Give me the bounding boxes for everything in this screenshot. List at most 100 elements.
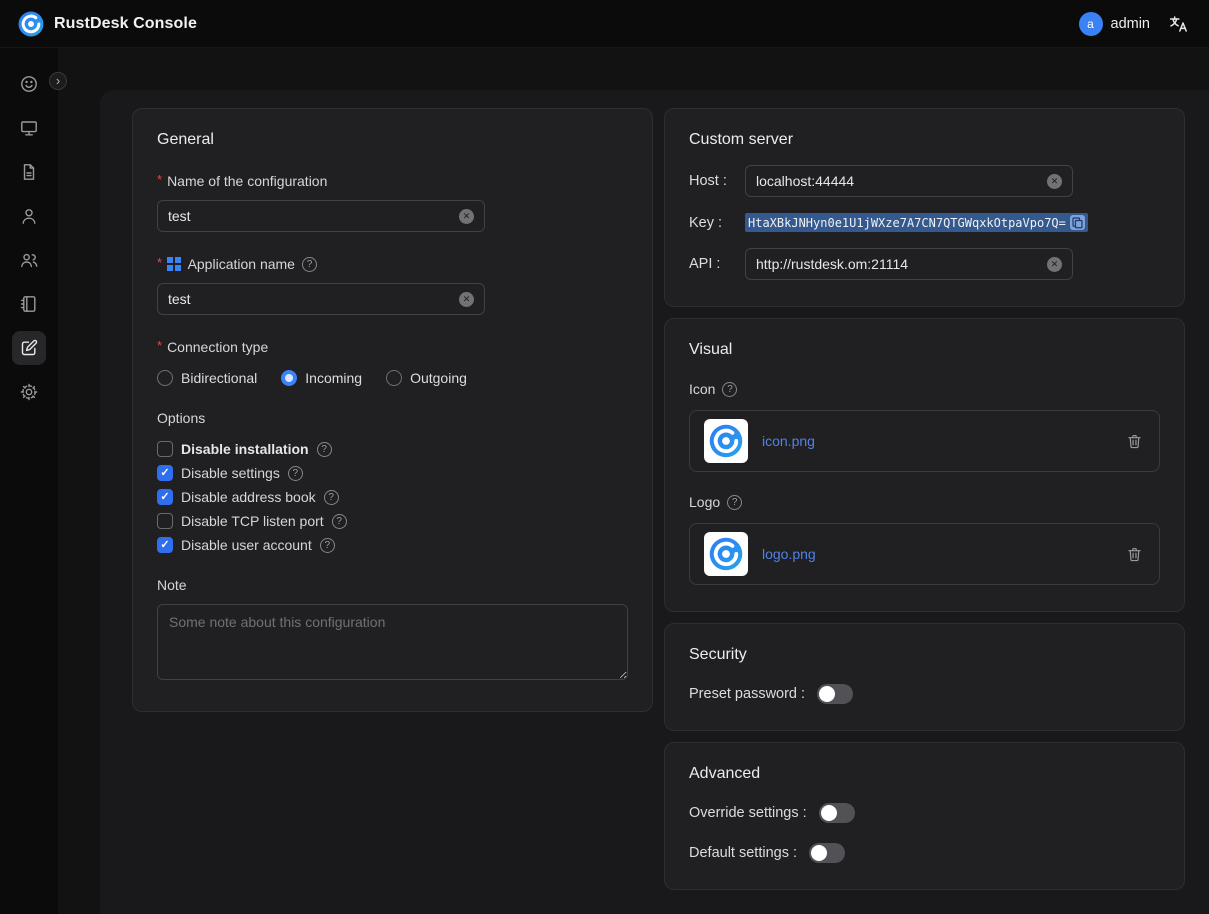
radio-label: Outgoing: [410, 370, 467, 386]
api-input-wrap: ✕: [745, 248, 1073, 280]
checkbox-box[interactable]: [157, 441, 173, 457]
sidebar-item-users[interactable]: [0, 194, 58, 238]
default-settings-toggle[interactable]: [809, 843, 845, 863]
visual-title: Visual: [689, 341, 1160, 359]
delete-icon-button[interactable]: [1124, 431, 1145, 452]
checkbox-disable-user-account[interactable]: Disable user account ?: [157, 537, 628, 553]
copy-icon[interactable]: [1070, 215, 1085, 230]
checkbox-label: Disable address book: [181, 489, 316, 505]
connection-type-radios: Bidirectional Incoming Outgoing: [157, 370, 628, 386]
document-icon: [12, 155, 46, 189]
logo-preview: [704, 532, 748, 576]
config-name-input[interactable]: [168, 208, 451, 224]
journal-icon: [12, 287, 46, 321]
checkbox-disable-tcp-listen-port[interactable]: Disable TCP listen port ?: [157, 513, 628, 529]
group-icon: [12, 243, 46, 277]
checkbox-disable-settings[interactable]: Disable settings ?: [157, 465, 628, 481]
app-name-input[interactable]: [168, 291, 451, 307]
radio-circle[interactable]: [281, 370, 297, 386]
general-card: General * Name of the configuration ✕: [132, 108, 653, 712]
help-icon[interactable]: ?: [320, 538, 335, 553]
checkbox-label: Disable TCP listen port: [181, 513, 324, 529]
checkbox-box[interactable]: [157, 537, 173, 553]
radio-outgoing[interactable]: Outgoing: [386, 370, 467, 386]
clear-icon[interactable]: ✕: [459, 292, 474, 307]
help-icon[interactable]: ?: [324, 490, 339, 505]
clear-icon[interactable]: ✕: [459, 209, 474, 224]
note-textarea[interactable]: [157, 604, 628, 680]
logo-upload-label: Logo ?: [689, 494, 1160, 510]
chevron-right-icon: ›: [56, 74, 60, 87]
override-settings-toggle[interactable]: [819, 803, 855, 823]
delete-logo-button[interactable]: [1124, 544, 1145, 565]
security-card: Security Preset password :: [664, 623, 1185, 731]
preset-password-toggle[interactable]: [817, 684, 853, 704]
checkbox-label: Disable settings: [181, 465, 280, 481]
preset-password-label: Preset password :: [689, 686, 805, 702]
radio-circle[interactable]: [157, 370, 173, 386]
connection-type-label: * Connection type: [157, 339, 628, 355]
help-icon[interactable]: ?: [302, 257, 317, 272]
sidebar-item-groups[interactable]: [0, 238, 58, 282]
user-name: admin: [1111, 16, 1151, 32]
radio-incoming[interactable]: Incoming: [281, 370, 362, 386]
radio-label: Incoming: [305, 370, 362, 386]
help-icon[interactable]: ?: [727, 495, 742, 510]
key-value[interactable]: HtaXBkJNHyn0e1U1jWXze7A7CN7QTGWqxkOtpaVp…: [748, 216, 1066, 230]
sidebar-item-devices[interactable]: [0, 106, 58, 150]
top-bar: RustDesk Console a admin: [0, 0, 1209, 48]
sidebar: ›: [0, 48, 58, 914]
logo-filename-link[interactable]: logo.png: [762, 546, 1110, 562]
host-input-wrap: ✕: [745, 165, 1073, 197]
host-input[interactable]: [756, 173, 1039, 189]
person-icon: [12, 199, 46, 233]
checkbox-disable-address-book[interactable]: Disable address book ?: [157, 489, 628, 505]
edit-icon: [12, 331, 46, 365]
language-icon[interactable]: [1166, 12, 1191, 36]
avatar[interactable]: a: [1079, 12, 1103, 36]
monitor-icon: [12, 111, 46, 145]
checkbox-box[interactable]: [157, 513, 173, 529]
checkbox-box[interactable]: [157, 465, 173, 481]
clear-icon[interactable]: ✕: [1047, 257, 1062, 272]
brand: RustDesk Console: [18, 11, 197, 37]
main-area: General * Name of the configuration ✕: [58, 48, 1209, 914]
checkbox-box[interactable]: [157, 489, 173, 505]
sidebar-expand-button[interactable]: ›: [49, 72, 67, 90]
advanced-card: Advanced Override settings : Default set…: [664, 742, 1185, 890]
required-marker: *: [157, 255, 162, 270]
key-value-selected[interactable]: HtaXBkJNHyn0e1U1jWXze7A7CN7QTGWqxkOtpaVp…: [745, 213, 1088, 232]
advanced-title: Advanced: [689, 765, 1160, 783]
note-label: Note: [157, 577, 628, 593]
icon-preview: [704, 419, 748, 463]
user-menu[interactable]: a admin: [1079, 12, 1151, 36]
default-settings-label: Default settings :: [689, 845, 797, 861]
radio-bidirectional[interactable]: Bidirectional: [157, 370, 257, 386]
help-icon[interactable]: ?: [722, 382, 737, 397]
help-icon[interactable]: ?: [332, 514, 347, 529]
api-input[interactable]: [756, 256, 1039, 272]
api-label: API :: [689, 256, 737, 272]
checkbox-label: Disable user account: [181, 537, 312, 553]
app-name-field-label: * Application name ?: [157, 256, 628, 272]
custom-server-title: Custom server: [689, 131, 1160, 149]
help-icon[interactable]: ?: [288, 466, 303, 481]
sidebar-item-address-books[interactable]: [0, 282, 58, 326]
override-settings-label: Override settings :: [689, 805, 807, 821]
sidebar-item-audit[interactable]: [0, 150, 58, 194]
radio-circle[interactable]: [386, 370, 402, 386]
app-title: RustDesk Console: [54, 15, 197, 33]
sidebar-item-custom-clients[interactable]: [0, 326, 58, 370]
help-icon[interactable]: ?: [317, 442, 332, 457]
key-label: Key :: [689, 215, 737, 231]
checkbox-disable-installation[interactable]: Disable installation ?: [157, 441, 628, 457]
options-checkboxes: Disable installation ? Disable settings …: [157, 441, 628, 553]
host-label: Host :: [689, 173, 737, 189]
icon-filename-link[interactable]: icon.png: [762, 433, 1110, 449]
config-name-input-wrap: ✕: [157, 200, 485, 232]
options-label: Options: [157, 410, 628, 426]
icon-file-row: icon.png: [689, 410, 1160, 472]
sidebar-item-settings[interactable]: [0, 370, 58, 414]
clear-icon[interactable]: ✕: [1047, 174, 1062, 189]
visual-card: Visual Icon ?: [664, 318, 1185, 612]
